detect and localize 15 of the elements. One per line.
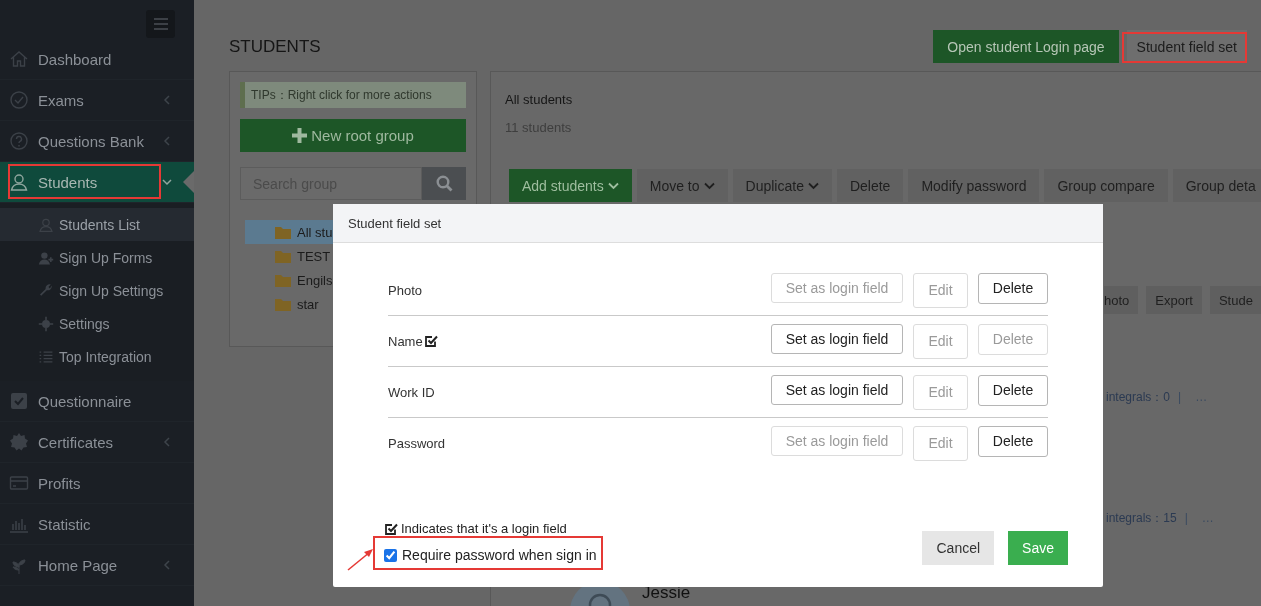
legend-text: Indicates that it's a login field [401,521,567,536]
field-name: Work ID [388,384,435,400]
integrals-text: integrals：15 [1106,509,1177,527]
integrals-text: integrals：0 [1106,388,1171,406]
tip-banner: TIPs：Right click for more actions [240,82,466,108]
group-title: All students [505,92,574,109]
separator-text: | [1178,390,1182,404]
field-name: Photo [388,282,422,298]
field-name: Name [388,333,423,349]
separator-text: | [1184,511,1188,525]
student-name: Jessie [642,583,691,603]
checkbox-label: Require password when sign in [402,547,597,563]
dialog-title: Student field set [348,215,442,231]
page-title: STUDENTS [229,36,321,57]
field-name: Password [388,435,446,451]
